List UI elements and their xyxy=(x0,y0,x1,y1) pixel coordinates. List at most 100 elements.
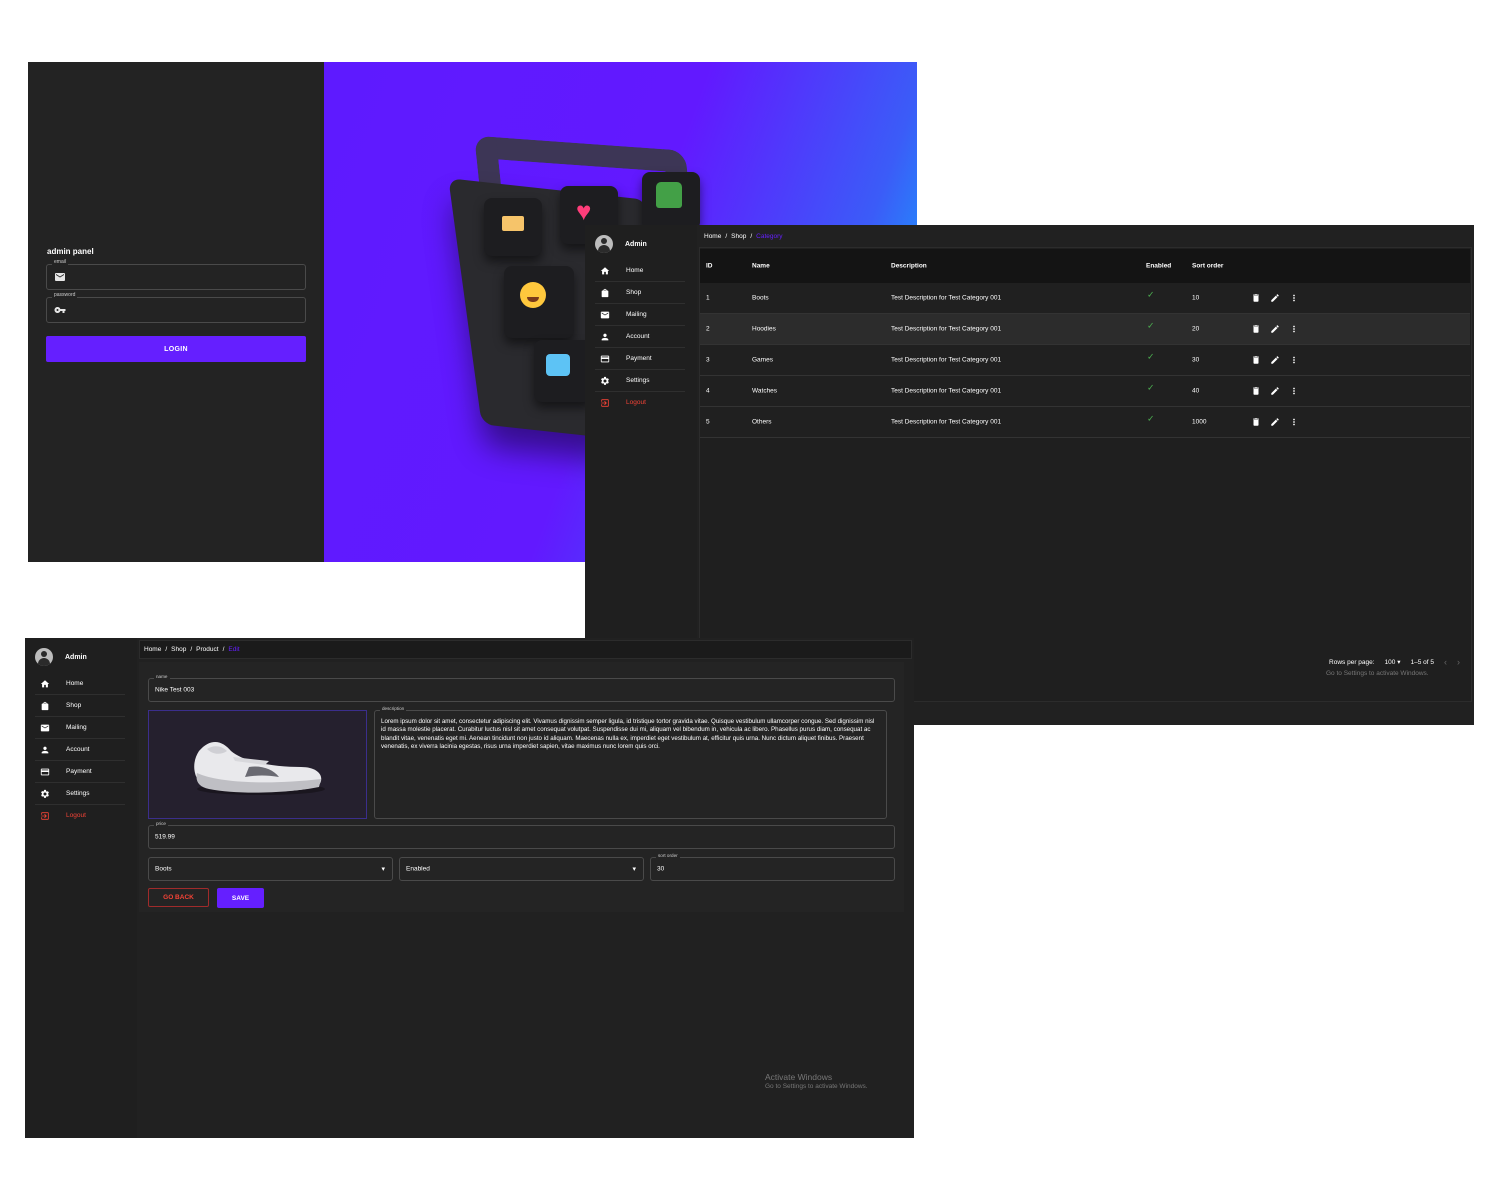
enabled-check-icon: ✓ xyxy=(1147,320,1155,331)
status-select-value: Enabled xyxy=(406,865,430,873)
breadcrumb-shop[interactable]: Shop xyxy=(171,646,186,653)
sidebar-item-home[interactable]: Home xyxy=(595,260,685,282)
breadcrumb-home[interactable]: Home xyxy=(704,233,721,240)
illustration-bird-tile xyxy=(534,340,592,402)
delete-icon[interactable] xyxy=(1251,324,1261,334)
column-header-name[interactable]: Name xyxy=(752,263,770,270)
price-field[interactable]: price 519.99 xyxy=(148,821,895,849)
sort-order-field[interactable]: sort order 30 xyxy=(650,853,895,881)
avatar xyxy=(595,235,613,253)
shopping-bag-icon xyxy=(40,701,52,711)
sidebar-item-logout[interactable]: Logout xyxy=(595,392,685,413)
table-row[interactable]: 1 Boots Test Description for Test Catego… xyxy=(700,283,1470,314)
watermark-subtitle: Go to Settings to activate Windows. xyxy=(765,1083,868,1091)
breadcrumb-shop[interactable]: Shop xyxy=(731,233,746,240)
row-description: Test Description for Test Category 001 xyxy=(891,356,1002,364)
row-description: Test Description for Test Category 001 xyxy=(891,325,1002,333)
password-field[interactable]: password xyxy=(46,292,306,323)
delete-icon[interactable] xyxy=(1251,386,1261,396)
table-row[interactable]: 3 Games Test Description for Test Catego… xyxy=(700,345,1470,376)
column-header-id[interactable]: ID xyxy=(706,263,713,270)
sidebar-item-account[interactable]: Account xyxy=(595,326,685,348)
edit-pencil-icon[interactable] xyxy=(1270,293,1280,303)
enabled-check-icon: ✓ xyxy=(1147,413,1155,424)
sidebar-profile[interactable]: Admin xyxy=(35,648,87,666)
breadcrumb-home[interactable]: Home xyxy=(144,646,161,653)
more-vert-icon[interactable] xyxy=(1289,386,1299,396)
email-field[interactable]: email xyxy=(46,259,306,290)
rows-per-page-select[interactable]: 100 ▾ xyxy=(1385,658,1401,666)
sidebar-item-label: Account xyxy=(66,746,90,753)
rows-per-page-value: 100 xyxy=(1384,659,1396,666)
column-header-sort-order[interactable]: Sort order xyxy=(1192,263,1223,270)
sidebar-menu: Home Shop Mailing Account Payment Settin… xyxy=(585,260,685,413)
breadcrumb-separator: / xyxy=(725,233,728,240)
sidebar-profile[interactable]: Admin xyxy=(595,235,647,253)
enabled-check-icon: ✓ xyxy=(1147,289,1155,300)
enabled-check-icon: ✓ xyxy=(1147,382,1155,393)
row-id: 4 xyxy=(706,387,710,395)
illustration-mail-tile xyxy=(484,198,542,256)
dropdown-arrow-icon: ▾ xyxy=(381,866,385,873)
name-label: name xyxy=(154,674,170,679)
sidebar-item-home[interactable]: Home xyxy=(35,673,125,695)
delete-icon[interactable] xyxy=(1251,293,1261,303)
sidebar-item-label: Settings xyxy=(626,377,650,384)
edit-pencil-icon[interactable] xyxy=(1270,355,1280,365)
sidebar-item-logout[interactable]: Logout xyxy=(35,805,125,826)
more-vert-icon[interactable] xyxy=(1289,324,1299,334)
description-field[interactable]: description Lorem ipsum dolor sit amet, … xyxy=(374,706,887,819)
sidebar-item-account[interactable]: Account xyxy=(35,739,125,761)
breadcrumb-product[interactable]: Product xyxy=(196,646,218,653)
category-select[interactable]: Boots ▾ xyxy=(148,857,393,881)
mail-icon xyxy=(600,310,612,320)
row-id: 5 xyxy=(706,418,710,426)
sidebar-item-shop[interactable]: Shop xyxy=(35,695,125,717)
sidebar-item-payment[interactable]: Payment xyxy=(595,348,685,370)
sidebar-item-label: Logout xyxy=(626,399,646,406)
edit-pencil-icon[interactable] xyxy=(1270,324,1280,334)
breadcrumb-separator: / xyxy=(750,233,753,240)
table-row[interactable]: 2 Hoodies Test Description for Test Cate… xyxy=(700,314,1470,345)
delete-icon[interactable] xyxy=(1251,355,1261,365)
row-description: Test Description for Test Category 001 xyxy=(891,387,1002,395)
go-back-button[interactable]: GO BACK xyxy=(148,888,209,907)
row-id: 1 xyxy=(706,294,710,302)
edit-pencil-icon[interactable] xyxy=(1270,386,1280,396)
description-value: Lorem ipsum dolor sit amet, consectetur … xyxy=(381,718,875,751)
table-pagination: Rows per page: 100 ▾ 1–5 of 5 ‹ › xyxy=(1329,657,1460,667)
table-row[interactable]: 5 Others Test Description for Test Categ… xyxy=(700,407,1470,438)
sidebar-item-shop[interactable]: Shop xyxy=(595,282,685,304)
illustration-face-tile xyxy=(504,266,574,338)
product-image[interactable] xyxy=(148,710,367,819)
more-vert-icon[interactable] xyxy=(1289,355,1299,365)
sidebar-item-settings[interactable]: Settings xyxy=(595,370,685,392)
sidebar-item-mailing[interactable]: Mailing xyxy=(595,304,685,326)
edit-pencil-icon[interactable] xyxy=(1270,417,1280,427)
login-button[interactable]: LOGIN xyxy=(46,336,306,362)
breadcrumb: Home / Shop / Category xyxy=(704,233,783,240)
watermark-title: Activate Windows xyxy=(765,1072,833,1082)
password-label: password xyxy=(52,292,78,298)
name-field[interactable]: name Nike Test 003 xyxy=(148,674,895,702)
chevron-left-icon[interactable]: ‹ xyxy=(1444,657,1447,667)
more-vert-icon[interactable] xyxy=(1289,293,1299,303)
sidebar-item-mailing[interactable]: Mailing xyxy=(35,717,125,739)
column-header-description[interactable]: Description xyxy=(891,263,927,270)
sidebar-item-label: Payment xyxy=(66,768,92,775)
chevron-right-icon[interactable]: › xyxy=(1457,657,1460,667)
save-button[interactable]: SAVE xyxy=(217,888,264,908)
sidebar-item-settings[interactable]: Settings xyxy=(35,783,125,805)
status-select[interactable]: Enabled ▾ xyxy=(399,857,644,881)
category-table: ID Name Description Enabled Sort order 1… xyxy=(700,249,1470,438)
column-header-enabled[interactable]: Enabled xyxy=(1146,263,1171,270)
credit-card-icon xyxy=(40,767,52,777)
sidebar-item-payment[interactable]: Payment xyxy=(35,761,125,783)
breadcrumb-current: Edit xyxy=(228,646,240,653)
row-id: 3 xyxy=(706,356,710,364)
table-row[interactable]: 4 Watches Test Description for Test Cate… xyxy=(700,376,1470,407)
sidebar-item-label: Mailing xyxy=(66,724,87,731)
more-vert-icon[interactable] xyxy=(1289,417,1299,427)
delete-icon[interactable] xyxy=(1251,417,1261,427)
row-description: Test Description for Test Category 001 xyxy=(891,294,1002,302)
